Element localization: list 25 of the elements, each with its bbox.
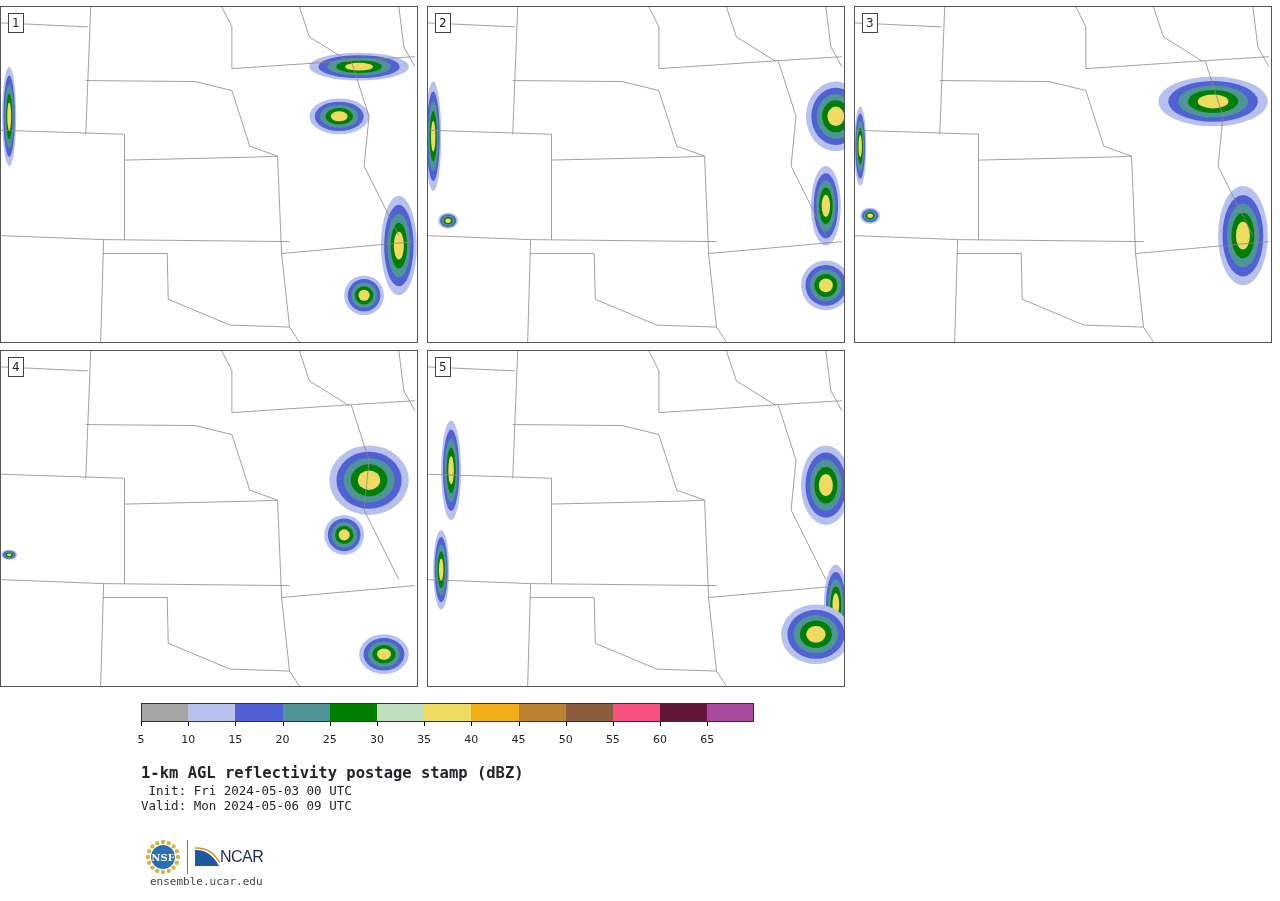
tick-label: 45 — [511, 734, 526, 747]
tick-label: 25 — [322, 734, 337, 747]
tick-label: 60 — [653, 734, 668, 747]
panel-number: 5 — [435, 357, 451, 377]
seal-logo: NSF — [145, 838, 181, 875]
tick-label: 55 — [605, 734, 620, 747]
website-link[interactable]: ensemble.ucar.edu — [150, 874, 1280, 888]
tick-label: 35 — [417, 734, 432, 747]
tick-label: 10 — [181, 734, 196, 747]
panel-number: 3 — [862, 13, 878, 33]
tick-label: 5 — [137, 734, 145, 747]
logo-wordmark: NCAR — [220, 846, 264, 867]
tick-label: 15 — [228, 734, 243, 747]
arc-logo-icon — [194, 846, 220, 867]
tick-label: 30 — [369, 734, 384, 747]
tick-label: 50 — [558, 734, 573, 747]
tick-label: 65 — [700, 734, 715, 747]
chart-title: 1-km AGL reflectivity postage stamp (dBZ) — [141, 764, 525, 783]
panel-number: 2 — [435, 13, 451, 33]
tick-label: 40 — [464, 734, 479, 747]
panel-number: 4 — [8, 357, 24, 377]
init-time: Init: Fri 2024-05-03 00 UTC — [147, 782, 353, 798]
panel-number: 1 — [8, 13, 24, 33]
tick-label: 20 — [275, 734, 290, 747]
valid-time: Valid: Mon 2024-05-06 09 UTC — [141, 797, 353, 813]
